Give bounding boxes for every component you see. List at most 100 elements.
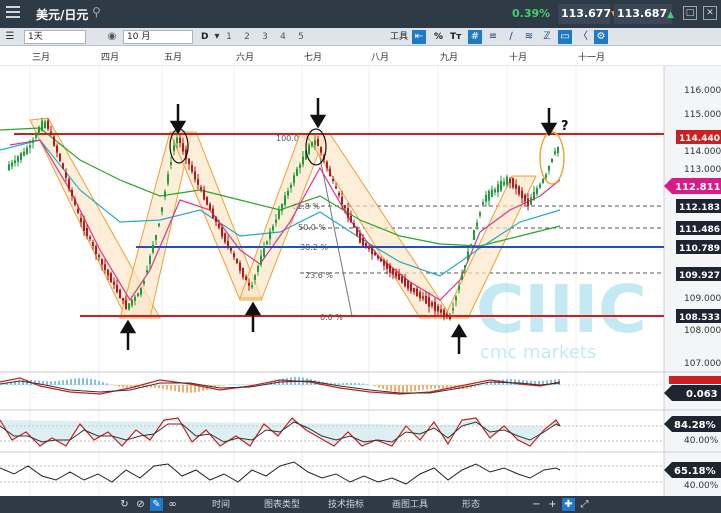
candle-body	[98, 254, 100, 258]
page-2[interactable]: 2	[240, 30, 254, 44]
histogram-bar	[2, 384, 4, 385]
candle-body	[329, 168, 331, 177]
candle-body	[299, 164, 301, 168]
block-icon[interactable]: ⊘	[134, 498, 147, 511]
page-3[interactable]: 3	[258, 30, 272, 44]
fit-icon[interactable]: ⤢	[578, 498, 591, 511]
histogram-bar	[174, 385, 176, 392]
price-chart[interactable]: 116.000 115.000 114.000 113.000 109.000 …	[0, 66, 721, 496]
menu-icon[interactable]	[6, 6, 20, 20]
histogram-bar	[94, 379, 96, 385]
candle-body	[206, 197, 208, 205]
histogram-bar	[358, 383, 360, 385]
channel-icon[interactable]: ≋	[522, 30, 536, 44]
sell-price-button[interactable]: 113.677▼	[558, 4, 618, 24]
indicator1-prev-badge	[669, 376, 721, 384]
tab-patterns[interactable]: 形态	[462, 499, 480, 511]
tools-label[interactable]: 工具	[390, 30, 408, 44]
pitchfork-icon[interactable]: ℤ	[540, 30, 554, 44]
tab-indicators[interactable]: 技术指标	[328, 499, 364, 511]
page-4[interactable]: 4	[276, 30, 290, 44]
histogram-bar	[154, 385, 156, 388]
candle-body	[173, 145, 175, 152]
search-icon[interactable]: ⚲	[92, 5, 108, 21]
histogram-bar	[394, 385, 396, 392]
question-mark: ?	[561, 119, 569, 134]
down-arrow-oct	[540, 108, 558, 137]
candle-body	[56, 145, 58, 153]
candle-body	[92, 242, 94, 246]
buy-price-button[interactable]: 113.687▲	[614, 4, 674, 24]
chart-toolbar: ☰ 1天 ◉ 10 月 D ▾ 1 2 3 4 5 工具 ⇤ % Tт # ≡ …	[0, 28, 721, 46]
candle-body	[284, 195, 286, 206]
candle-body	[383, 260, 385, 266]
month-label: 十一月	[578, 53, 606, 63]
histogram-bar	[182, 385, 184, 393]
tab-chart-type[interactable]: 图表类型	[264, 499, 300, 511]
candle-body	[464, 264, 466, 269]
lock-icon[interactable]: ◉	[105, 30, 119, 44]
candle-body	[536, 188, 538, 194]
candle-body	[218, 223, 220, 228]
cursor-icon[interactable]: ⇤	[412, 30, 426, 44]
candle-body	[461, 274, 463, 280]
eraser-icon[interactable]: 〈	[576, 30, 590, 44]
fibonacci-icon[interactable]: ≡	[486, 30, 500, 44]
tab-time[interactable]: 时间	[212, 499, 230, 511]
crosshair-icon[interactable]: ✚	[562, 498, 575, 511]
histogram-bar	[434, 385, 436, 389]
mode-d[interactable]: D	[201, 30, 208, 44]
candle-body	[176, 137, 178, 144]
candle-body	[110, 273, 112, 283]
candle-body	[542, 179, 544, 183]
interval-select[interactable]: 1天	[24, 30, 86, 44]
candle-body	[407, 280, 409, 289]
grid-icon[interactable]: #	[468, 30, 482, 44]
histogram-bar	[390, 385, 392, 392]
price-tick: 107.000	[684, 359, 721, 369]
candle-body	[20, 152, 22, 160]
candle-body	[107, 269, 109, 276]
candle-body	[236, 258, 238, 264]
candle-body	[269, 231, 271, 240]
candle-body	[68, 179, 70, 189]
link-icon[interactable]: ∞	[166, 498, 179, 511]
zoom-out-icon[interactable]: −	[530, 498, 543, 511]
settings-icon[interactable]: ⚙	[594, 30, 608, 44]
histogram-bar	[354, 382, 356, 385]
candle-body	[242, 268, 244, 278]
month-label: 四月	[101, 53, 120, 63]
percent-button[interactable]: %	[434, 30, 443, 44]
tab-drawing-tools[interactable]: 画图工具	[392, 499, 428, 511]
shape-icon[interactable]: ▭	[558, 30, 572, 44]
zoom-in-icon[interactable]: +	[546, 498, 559, 511]
list-icon[interactable]: ☰	[3, 30, 17, 44]
candle-body	[476, 222, 478, 227]
month-label: 八月	[371, 53, 390, 63]
rsi-line	[0, 461, 561, 485]
candle-body	[479, 212, 481, 216]
candle-body	[8, 164, 10, 171]
trendline-icon[interactable]: ∕	[504, 30, 518, 44]
candle-body	[140, 287, 142, 295]
text-tool-button[interactable]: Tт	[450, 30, 461, 44]
up-arrow-april	[119, 319, 137, 350]
candle-body	[290, 184, 292, 188]
candle-body	[521, 190, 523, 199]
minimize-icon[interactable]: □	[683, 6, 697, 20]
title-bar: 美元/日元 ⚲ 0.39% 113.677▼ 113.687▲ □ ✕	[0, 0, 721, 28]
candle-body	[167, 174, 169, 184]
candle-body	[194, 171, 196, 180]
candle-body	[86, 228, 88, 236]
refresh-icon[interactable]: ↻	[118, 498, 131, 511]
page-1[interactable]: 1	[222, 30, 236, 44]
period-select[interactable]: 10 月	[123, 30, 193, 44]
page-5[interactable]: 5	[294, 30, 308, 44]
candle-body	[518, 186, 520, 195]
candle-body	[233, 253, 235, 258]
price-tick: 109.000	[684, 294, 721, 304]
close-icon[interactable]: ✕	[703, 6, 717, 20]
candle-body	[245, 276, 247, 281]
badge-text: 112.183	[679, 203, 720, 213]
pencil-icon[interactable]: ✎	[150, 498, 163, 511]
